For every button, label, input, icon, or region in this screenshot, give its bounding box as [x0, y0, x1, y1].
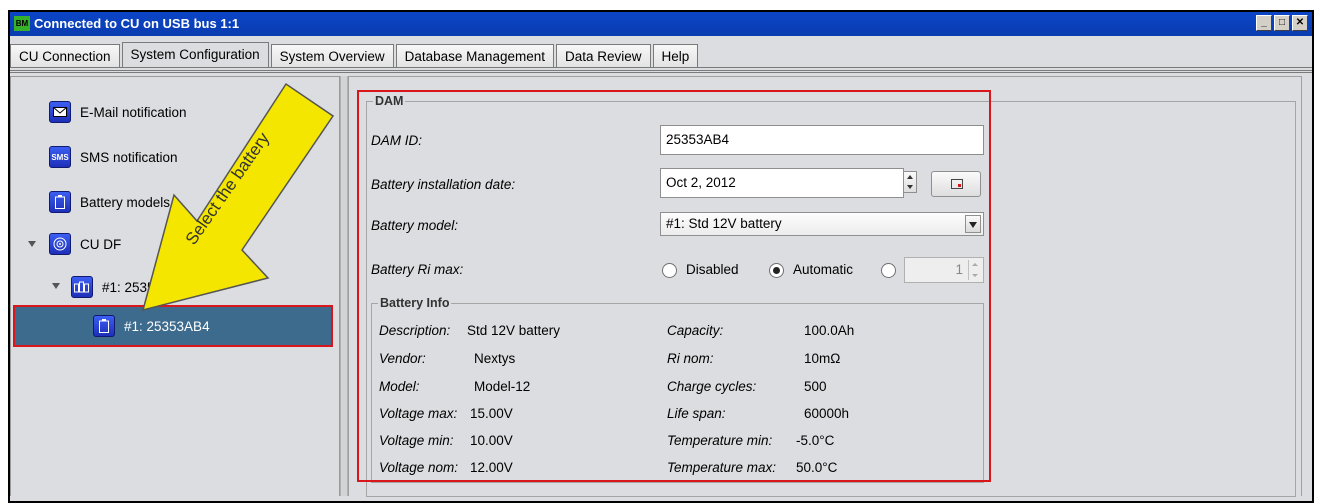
- tab-database-management[interactable]: Database Management: [395, 44, 554, 68]
- title-bar[interactable]: BM Connected to CU on USB bus 1:1 _ □ ✕: [10, 12, 1312, 36]
- tree-item-email[interactable]: E-Mail notification: [49, 101, 187, 123]
- main-tabs: CU Connection System Configuration Syste…: [10, 42, 700, 68]
- panel-splitter[interactable]: [340, 76, 348, 496]
- window-title: Connected to CU on USB bus 1:1: [34, 16, 240, 31]
- tab-system-configuration[interactable]: System Configuration: [121, 42, 269, 68]
- tree-item-label: SMS notification: [80, 149, 178, 165]
- sms-icon: SMS: [49, 146, 71, 168]
- tab-data-review[interactable]: Data Review: [555, 44, 651, 68]
- tree-item-label: Battery models: [80, 194, 171, 210]
- maximize-button[interactable]: □: [1274, 15, 1290, 31]
- tree-item-dam[interactable]: #1: 25353AB4: [71, 276, 188, 298]
- tree-item-cu[interactable]: CU DF: [49, 233, 121, 255]
- config-tree: E-Mail notification SMS SMS notification…: [10, 76, 340, 496]
- tree-item-label: CU DF: [80, 236, 122, 252]
- target-icon: [49, 233, 71, 255]
- expand-cu-icon[interactable]: [28, 241, 36, 247]
- tab-help[interactable]: Help: [652, 44, 699, 68]
- minimize-button[interactable]: _: [1256, 15, 1272, 31]
- tab-system-overview[interactable]: System Overview: [270, 44, 394, 68]
- tree-item-label: E-Mail notification: [80, 104, 187, 120]
- expand-dam-icon[interactable]: [52, 283, 60, 289]
- tree-item-selected-battery[interactable]: #1: 25353AB4: [13, 305, 333, 347]
- close-button[interactable]: ✕: [1292, 15, 1308, 31]
- battery-icon: [49, 191, 71, 213]
- tree-item-sms[interactable]: SMS SMS notification: [49, 146, 178, 168]
- envelope-icon: [49, 101, 71, 123]
- tree-item-label: #1: 25353AB4: [124, 318, 210, 334]
- tree-item-label: #1: 25353AB4: [102, 279, 188, 295]
- app-logo-icon: BM: [14, 16, 30, 31]
- dam-highlight-frame: [357, 90, 991, 482]
- dam-icon: [71, 276, 93, 298]
- battery-icon: [93, 315, 115, 337]
- tab-cu-connection[interactable]: CU Connection: [10, 44, 120, 68]
- tab-divider: [10, 67, 1312, 73]
- tree-item-battery-models[interactable]: Battery models: [49, 191, 170, 213]
